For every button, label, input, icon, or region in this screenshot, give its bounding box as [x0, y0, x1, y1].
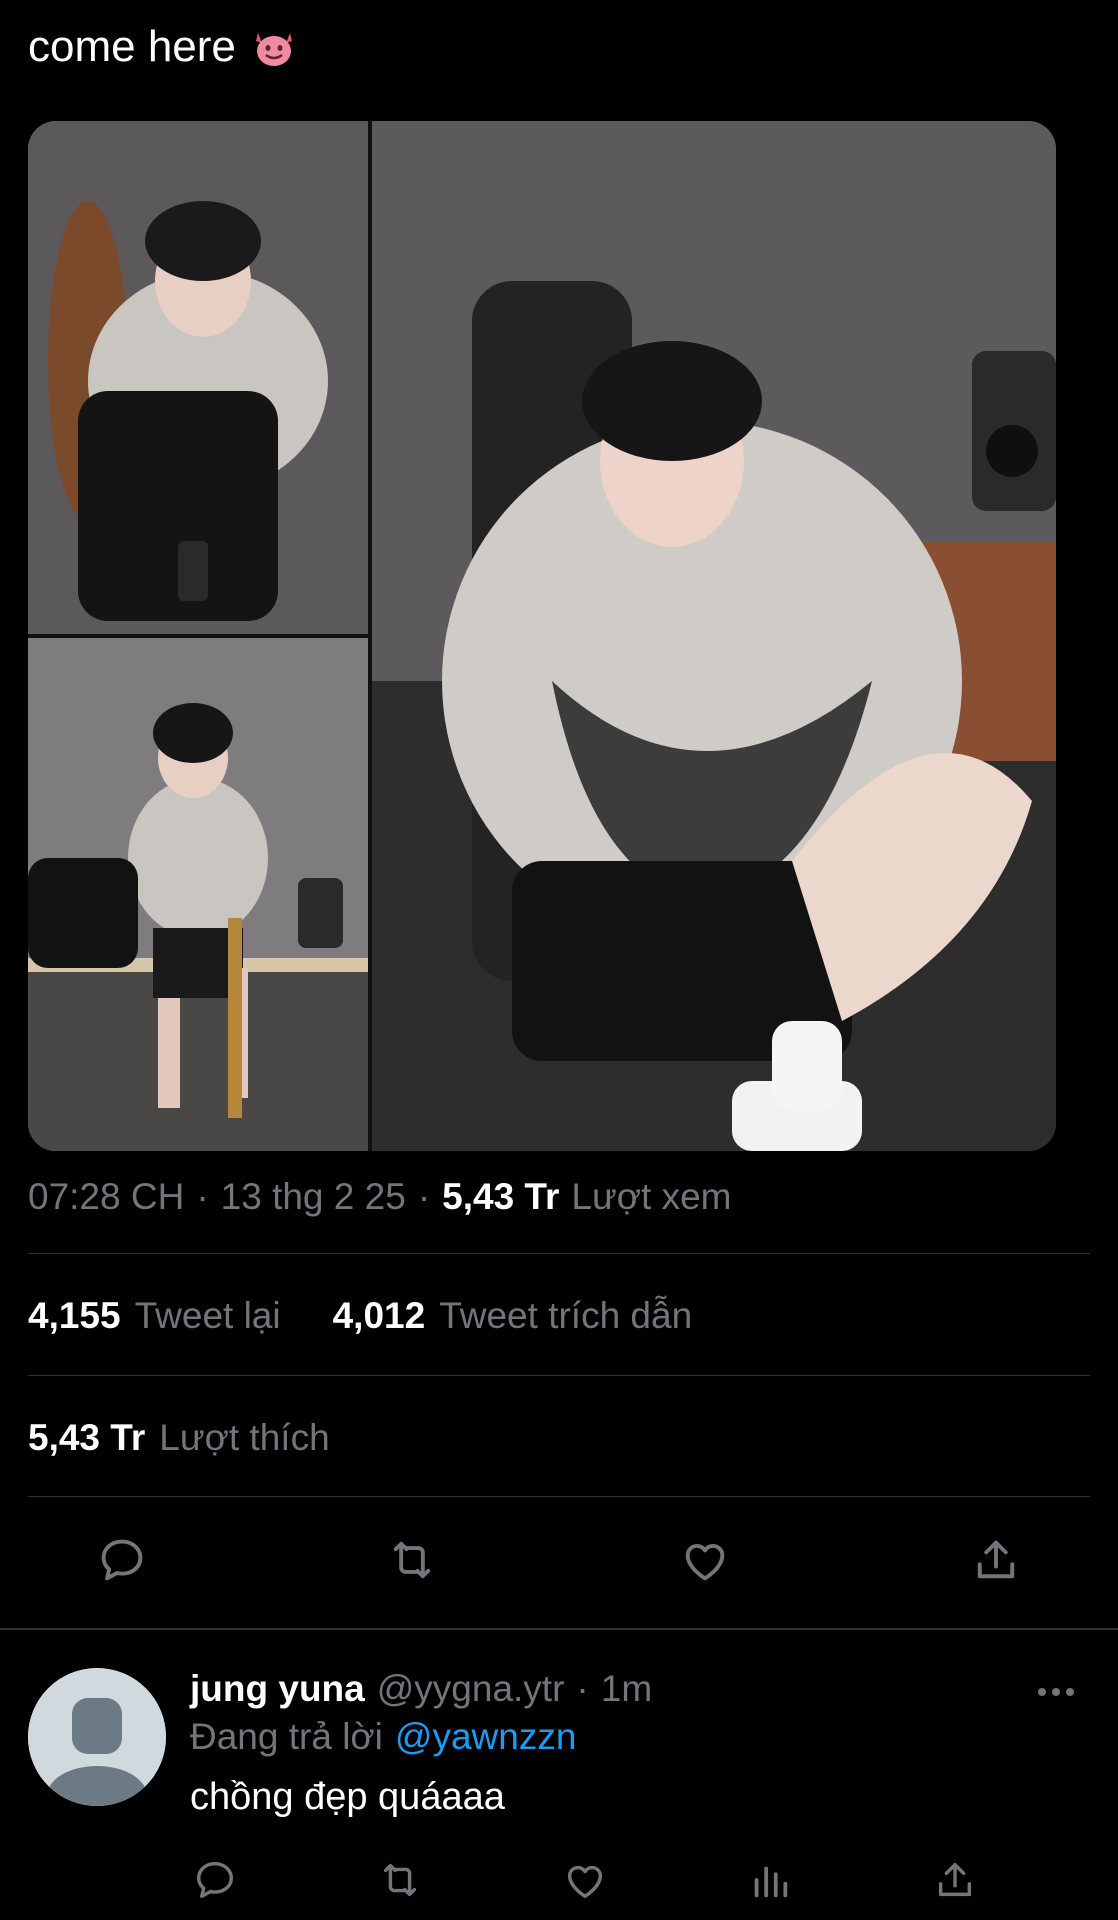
- views-count: 5,43 Tr: [442, 1176, 560, 1217]
- share-icon: [977, 1540, 1015, 1579]
- replying-to: Đang trả lời @yawnzzn: [190, 1716, 576, 1758]
- like-icon: [567, 1865, 603, 1899]
- divider: [28, 1375, 1090, 1376]
- stats-row-likes: 5,43 Tr Lượt thích: [28, 1417, 330, 1459]
- reply-item[interactable]: jung yuna @yygna.ytr · 1m Đang trả lời @…: [0, 1630, 1118, 1920]
- separator: ·: [196, 1176, 209, 1217]
- reply-like-button[interactable]: [555, 1850, 615, 1910]
- like-icon: [685, 1543, 725, 1581]
- reply-time: 1m: [600, 1668, 653, 1709]
- more-options-icon[interactable]: [1038, 1682, 1082, 1702]
- retweet-icon: [383, 1863, 417, 1897]
- avatar[interactable]: [28, 1668, 166, 1806]
- tweet-text: come here: [28, 22, 296, 72]
- tweet-time: 07:28 CH: [28, 1176, 185, 1217]
- likes-label[interactable]: Lượt thích: [159, 1417, 329, 1459]
- tweet-action-bar: [0, 1530, 1118, 1590]
- tweet-meta: 07:28 CH · 13 thg 2 25 · 5,43 Tr Lượt xe…: [28, 1176, 731, 1218]
- reply-button[interactable]: [92, 1530, 152, 1590]
- reply-retweet-button[interactable]: [370, 1850, 430, 1910]
- reply-display-name[interactable]: jung yuna: [190, 1668, 365, 1710]
- photo-2[interactable]: [28, 638, 368, 1151]
- tweet-text-content: come here: [28, 22, 236, 71]
- divider: [28, 1496, 1090, 1497]
- reply-share-button[interactable]: [925, 1850, 985, 1910]
- views-label: Lượt xem: [571, 1176, 732, 1217]
- tweet-media[interactable]: [28, 121, 1056, 1151]
- retweets-count: 4,155: [28, 1295, 121, 1336]
- retweet-button[interactable]: [382, 1530, 442, 1590]
- reply-icon: [101, 1539, 143, 1581]
- divider: [28, 1253, 1090, 1254]
- share-icon: [938, 1862, 972, 1897]
- photo-1[interactable]: [28, 121, 368, 634]
- reply-views-button[interactable]: [740, 1850, 800, 1910]
- separator: ·: [417, 1176, 431, 1217]
- tweet-date: 13 thg 2 25: [220, 1176, 406, 1217]
- stats-row-retweets: 4,155 Tweet lại 4,012 Tweet trích dẫn: [28, 1295, 692, 1337]
- replying-mention[interactable]: @yawnzzn: [395, 1716, 577, 1758]
- reply-header: jung yuna @yygna.ytr · 1m: [190, 1668, 652, 1710]
- retweet-icon: [393, 1541, 431, 1579]
- default-avatar-icon: [28, 1668, 166, 1806]
- replying-label: Đang trả lời: [190, 1716, 383, 1757]
- like-button[interactable]: [675, 1530, 735, 1590]
- reply-reply-button[interactable]: [185, 1850, 245, 1910]
- quotes-count: 4,012: [332, 1295, 426, 1336]
- smiling-devil-icon: [252, 27, 296, 67]
- reply-handle[interactable]: @yygna.ytr: [377, 1668, 565, 1710]
- reply-action-bar: [0, 1850, 1118, 1910]
- reply-icon: [196, 1861, 234, 1899]
- retweets-label[interactable]: Tweet lại: [135, 1295, 281, 1337]
- photo-3[interactable]: [372, 121, 1056, 1151]
- likes-count: 5,43 Tr: [28, 1417, 146, 1458]
- share-button[interactable]: [966, 1530, 1026, 1590]
- views-icon: [754, 1866, 788, 1898]
- quotes-label[interactable]: Tweet trích dẫn: [439, 1295, 692, 1337]
- separator: ·: [576, 1668, 589, 1709]
- reply-text: chồng đẹp quáaaa: [190, 1776, 505, 1818]
